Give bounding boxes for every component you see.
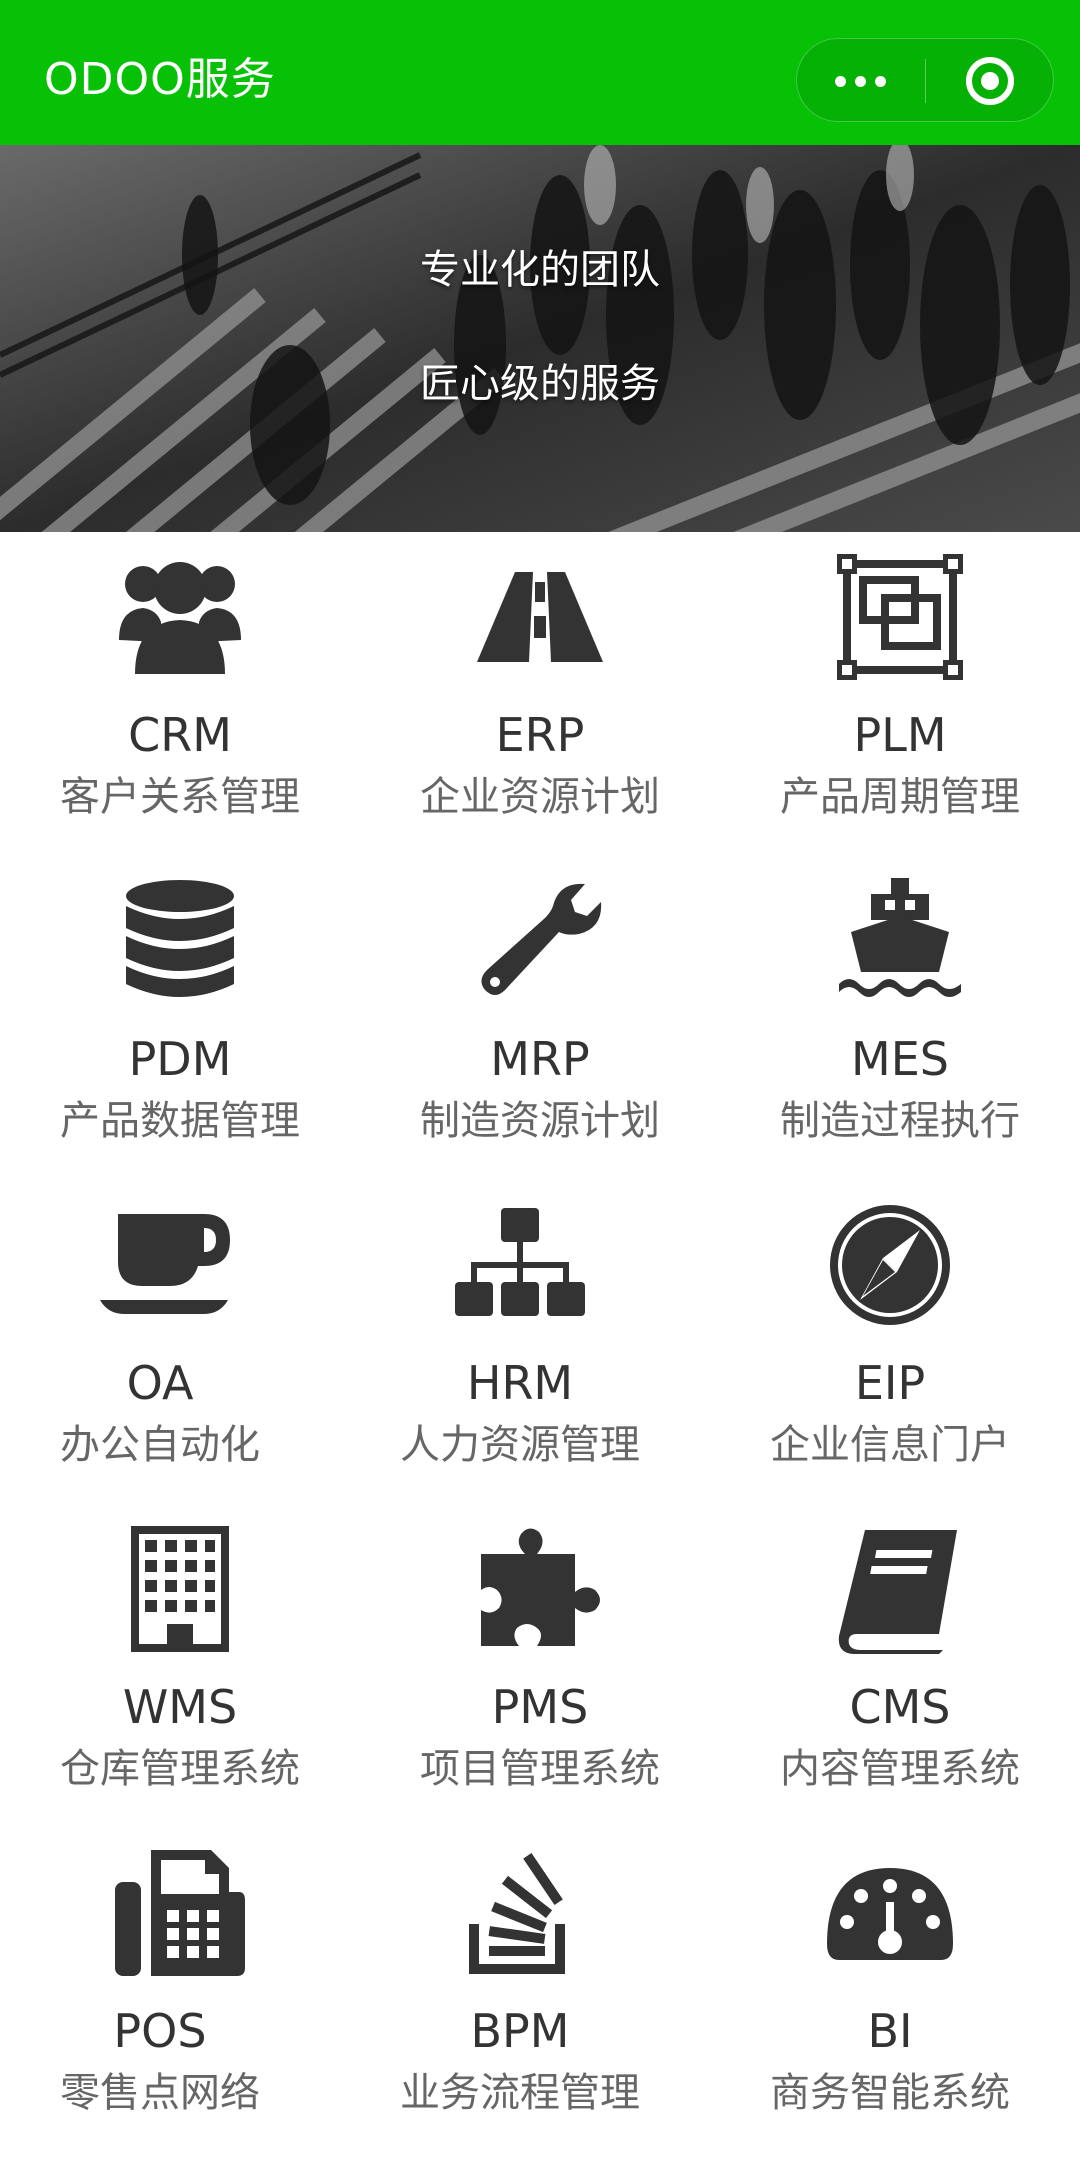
service-desc: 制造资源计划 xyxy=(420,1098,660,1144)
service-desc: 项目管理系统 xyxy=(420,1746,660,1792)
service-bpm[interactable]: BPM 业务流程管理 xyxy=(340,1828,700,2152)
users-icon xyxy=(119,562,241,674)
service-eip[interactable]: EIP 企业信息门户 xyxy=(710,1180,1070,1504)
service-code: PLM xyxy=(853,708,947,762)
service-desc: 商务智能系统 xyxy=(770,2070,1010,2116)
service-code: CMS xyxy=(849,1680,951,1734)
service-code: PDM xyxy=(128,1032,232,1086)
service-oa[interactable]: OA 办公自动化 xyxy=(0,1180,360,1504)
service-desc: 客户关系管理 xyxy=(60,774,300,820)
close-button[interactable] xyxy=(926,39,1054,123)
service-code: PMS xyxy=(491,1680,589,1734)
service-code: ERP xyxy=(495,708,585,762)
sitemap-icon xyxy=(455,1208,585,1316)
service-desc: 仓库管理系统 xyxy=(60,1746,300,1792)
compass-icon xyxy=(830,1205,950,1325)
service-desc: 办公自动化 xyxy=(60,1422,260,1468)
service-desc: 业务流程管理 xyxy=(400,2070,640,2116)
app-title: ODOO服务 xyxy=(44,54,276,105)
service-desc: 企业信息门户 xyxy=(770,1422,1010,1468)
service-code: WMS xyxy=(122,1680,238,1734)
title-bar: ODOO服务 xyxy=(0,0,1080,145)
stack-overflow-icon xyxy=(469,1852,565,1974)
service-mrp[interactable]: MRP 制造资源计划 xyxy=(360,856,720,1180)
puzzle-icon xyxy=(481,1528,600,1646)
coffee-icon xyxy=(100,1214,230,1314)
service-pdm[interactable]: PDM 产品数据管理 xyxy=(0,856,360,1180)
service-desc: 制造过程执行 xyxy=(780,1098,1020,1144)
service-code: HRM xyxy=(466,1356,574,1410)
banner-photo xyxy=(0,145,1080,532)
service-desc: 企业资源计划 xyxy=(420,774,660,820)
service-desc: 零售点网络 xyxy=(60,2070,260,2116)
service-crm[interactable]: CRM 客户关系管理 xyxy=(0,532,360,856)
service-desc: 产品数据管理 xyxy=(60,1098,300,1144)
hero-banner: 专业化的团队 匠心级的服务 xyxy=(0,145,1080,532)
service-mes[interactable]: MES 制造过程执行 xyxy=(720,856,1080,1180)
service-desc: 内容管理系统 xyxy=(780,1746,1020,1792)
service-desc: 人力资源管理 xyxy=(400,1422,640,1468)
service-grid: CRM 客户关系管理 ERP 企业资源计划 PLM 产品周期管理 PDM 产品数… xyxy=(0,532,1080,2160)
service-pos[interactable]: POS 零售点网络 xyxy=(0,1828,360,2152)
service-pms[interactable]: PMS 项目管理系统 xyxy=(360,1504,720,1828)
service-cms[interactable]: CMS 内容管理系统 xyxy=(720,1504,1080,1828)
road-icon xyxy=(477,572,603,662)
wrench-icon xyxy=(481,883,602,995)
service-desc: 产品周期管理 xyxy=(780,774,1020,820)
service-erp[interactable]: ERP 企业资源计划 xyxy=(360,532,720,856)
database-icon xyxy=(126,880,234,997)
service-code: CRM xyxy=(128,708,232,762)
banner-slogan-1: 专业化的团队 xyxy=(420,247,660,293)
service-bi[interactable]: BI 商务智能系统 xyxy=(710,1828,1070,2152)
service-hrm[interactable]: HRM 人力资源管理 xyxy=(340,1180,700,1504)
dashboard-icon xyxy=(827,1868,953,1960)
service-plm[interactable]: PLM 产品周期管理 xyxy=(720,532,1080,856)
service-wms[interactable]: WMS 仓库管理系统 xyxy=(0,1504,360,1828)
banner-slogan-2: 匠心级的服务 xyxy=(420,361,660,407)
more-button[interactable] xyxy=(797,39,925,123)
fax-icon xyxy=(115,1850,245,1976)
ship-icon xyxy=(839,878,961,997)
service-code: EIP xyxy=(854,1356,926,1410)
service-code: POS xyxy=(113,2004,207,2058)
object-group-icon xyxy=(837,554,963,680)
book-icon xyxy=(838,1530,957,1654)
service-code: MRP xyxy=(490,1032,590,1086)
service-code: MES xyxy=(851,1032,949,1086)
service-code: OA xyxy=(126,1356,194,1410)
service-code: BPM xyxy=(470,2004,570,2058)
service-code: BI xyxy=(867,2004,913,2058)
menu-capsule xyxy=(796,38,1054,122)
building-icon xyxy=(131,1526,229,1652)
